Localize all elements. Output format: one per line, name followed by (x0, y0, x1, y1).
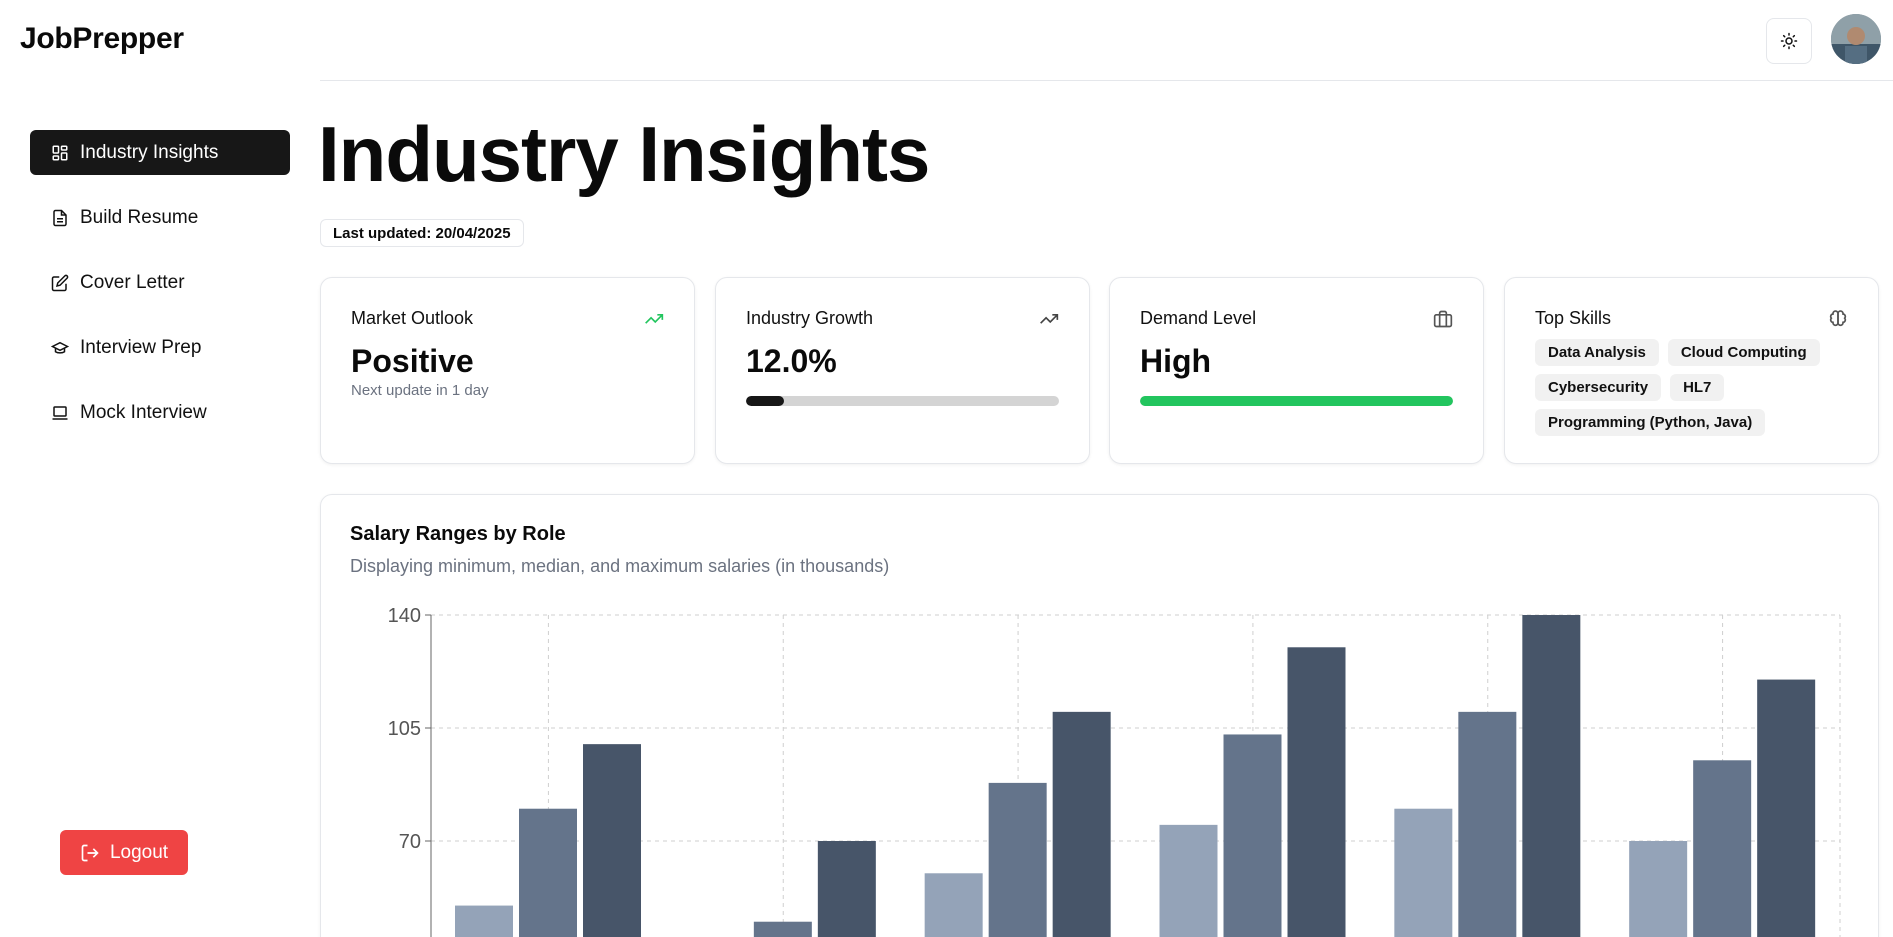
theme-toggle-button[interactable] (1766, 18, 1812, 64)
sidebar-item-label: Cover Letter (80, 271, 185, 293)
chart-subtitle: Displaying minimum, median, and maximum … (350, 556, 890, 576)
laptop-icon (50, 403, 70, 423)
demand-level-card: Demand Level High (1109, 277, 1484, 464)
salary-bar (1757, 679, 1816, 937)
demand-progress-bar (1140, 396, 1453, 406)
salary-bar (1458, 711, 1517, 937)
skill-tag: Cybersecurity (1535, 374, 1662, 401)
last-updated-badge: Last updated: 20/04/2025 (320, 219, 524, 247)
industry-growth-card: Industry Growth 12.0% (715, 277, 1090, 464)
sun-icon (1780, 32, 1798, 50)
salary-bar (1629, 841, 1688, 937)
card-title: Market Outlook (351, 308, 474, 328)
page-title: Industry Insights (318, 110, 930, 198)
salary-bar (817, 841, 876, 937)
skill-tag: Data Analysis (1535, 339, 1659, 366)
dashboard-icon (50, 143, 70, 163)
salary-chart: 70 105 140 (388, 605, 1841, 937)
salary-bar (988, 782, 1047, 937)
skill-tag: HL7 (1670, 374, 1725, 401)
salary-bar (1159, 824, 1218, 937)
sidebar-item-label: Interview Prep (80, 336, 202, 358)
card-value: 12.0% (746, 343, 837, 379)
salary-bar (753, 921, 812, 937)
app-brand: JobPrepper (20, 22, 184, 55)
card-value: High (1140, 343, 1212, 379)
avatar-photo (1831, 14, 1881, 64)
sidebar-item-build-resume[interactable]: Build Resume (30, 195, 290, 240)
salary-bar (519, 808, 577, 937)
salary-bar (583, 744, 641, 937)
salary-bar (1223, 734, 1282, 937)
card-subtext: Next update in 1 day (351, 382, 489, 399)
sidebar-item-label: Build Resume (80, 206, 199, 228)
trending-up-icon (645, 313, 664, 324)
growth-progress-bar (746, 396, 1059, 406)
sidebar-item-label: Mock Interview (80, 401, 207, 423)
sidebar-item-industry-insights[interactable]: Industry Insights (30, 130, 290, 175)
edit-icon (50, 273, 70, 293)
card-title: Demand Level (1140, 308, 1257, 328)
salary-bar (1052, 711, 1111, 937)
card-title: Top Skills (1535, 308, 1612, 328)
card-value: Positive (351, 343, 474, 379)
salary-bar (1693, 760, 1752, 937)
salary-bar (455, 905, 513, 937)
logout-label: Logout (109, 841, 169, 863)
document-icon (50, 208, 70, 228)
top-skills-card: Top Skills Data Analysis Cloud Computing… (1504, 277, 1879, 464)
chart-title: Salary Ranges by Role (350, 523, 566, 545)
trending-up-icon (1040, 313, 1059, 324)
header-divider (320, 80, 1893, 81)
brain-icon (1829, 309, 1847, 326)
y-tick-label: 105 (388, 718, 421, 740)
sidebar-item-interview-prep[interactable]: Interview Prep (30, 325, 290, 370)
sidebar: Industry Insights Build Resume Cover Let… (30, 130, 290, 455)
sidebar-item-mock-interview[interactable]: Mock Interview (30, 390, 290, 435)
y-tick-label: 70 (399, 831, 421, 853)
sidebar-item-label: Industry Insights (80, 141, 219, 163)
salary-bar (1287, 647, 1346, 937)
sidebar-item-cover-letter[interactable]: Cover Letter (30, 260, 290, 305)
graduation-cap-icon (50, 338, 70, 358)
briefcase-icon (1433, 310, 1453, 327)
demand-progress-fill (1140, 396, 1453, 406)
user-avatar[interactable] (1831, 14, 1881, 64)
growth-progress-fill (746, 396, 784, 406)
skill-tag: Cloud Computing (1667, 339, 1820, 366)
logout-icon (81, 844, 99, 861)
salary-bar (924, 873, 983, 937)
skill-tag: Programming (Python, Java) (1535, 409, 1766, 436)
salary-bar (1522, 615, 1581, 937)
skills-list: Data Analysis Cloud Computing Cybersecur… (1535, 339, 1835, 436)
card-title: Industry Growth (746, 308, 874, 328)
logout-button[interactable]: Logout (60, 830, 188, 875)
salary-bar (1394, 808, 1453, 937)
y-tick-label: 140 (388, 605, 421, 627)
market-outlook-card: Market Outlook Positive Next update in 1… (320, 277, 695, 464)
